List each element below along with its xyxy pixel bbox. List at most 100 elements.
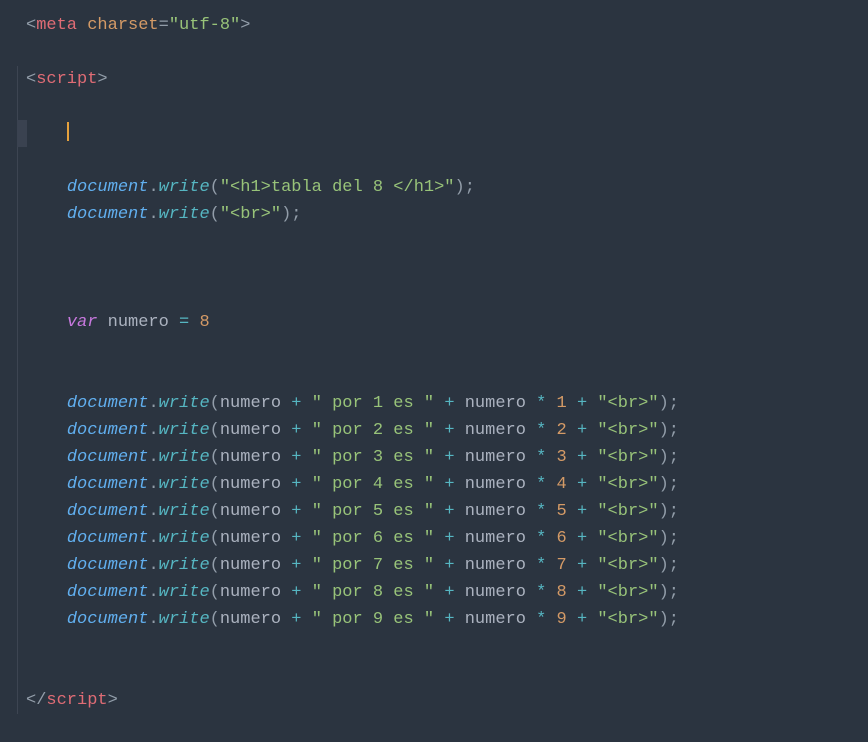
identifier-numero: numero <box>465 610 526 629</box>
code-line[interactable]: document.write(numero + " por 2 es " + n… <box>26 417 868 444</box>
code-line[interactable] <box>26 147 868 174</box>
identifier-document: document <box>67 610 149 629</box>
keyword-var: var <box>67 313 98 332</box>
dot: . <box>148 556 158 575</box>
code-line[interactable] <box>26 228 868 255</box>
code-line[interactable]: document.write("<br>"); <box>26 201 868 228</box>
string-por: " por 4 es " <box>312 475 434 494</box>
identifier-document: document <box>67 421 149 440</box>
op-plus: + <box>291 448 301 467</box>
method-write: write <box>159 178 210 197</box>
op-star: * <box>536 529 546 548</box>
paren-open: ( <box>210 421 220 440</box>
identifier-numero: numero <box>465 421 526 440</box>
indent <box>26 124 67 143</box>
identifier-numero: numero <box>465 475 526 494</box>
code-line[interactable]: document.write(numero + " por 8 es " + n… <box>26 579 868 606</box>
identifier-document: document <box>67 394 149 413</box>
code-line[interactable]: document.write(numero + " por 1 es " + n… <box>26 390 868 417</box>
code-editor[interactable]: <meta charset="utf-8"> <script> document… <box>0 12 868 714</box>
identifier-numero: numero <box>220 583 281 602</box>
identifier-numero: numero <box>465 529 526 548</box>
paren-open: ( <box>210 448 220 467</box>
paren-open: ( <box>210 556 220 575</box>
op-plus: + <box>291 529 301 548</box>
string-por: " por 7 es " <box>312 556 434 575</box>
code-line[interactable] <box>26 363 868 390</box>
indent <box>26 475 67 494</box>
code-line[interactable] <box>26 633 868 660</box>
number: 7 <box>557 556 567 575</box>
indent <box>26 529 67 548</box>
identifier-numero: numero <box>220 529 281 548</box>
string-br: "<br>" <box>597 583 658 602</box>
space <box>97 313 107 332</box>
code-line[interactable] <box>26 336 868 363</box>
text-cursor <box>67 122 69 141</box>
code-line[interactable] <box>26 255 868 282</box>
string-br: "<br>" <box>597 421 658 440</box>
string-h1: "<h1>tabla del 8 </h1>" <box>220 178 455 197</box>
code-line[interactable]: document.write(numero + " por 4 es " + n… <box>26 471 868 498</box>
paren-open: ( <box>210 502 220 521</box>
string-por: " por 5 es " <box>312 502 434 521</box>
string-por: " por 3 es " <box>312 448 434 467</box>
method-write: write <box>159 610 210 629</box>
code-line[interactable]: document.write(numero + " por 5 es " + n… <box>26 498 868 525</box>
op-plus: + <box>291 610 301 629</box>
code-line[interactable]: document.write(numero + " por 3 es " + n… <box>26 444 868 471</box>
angle-open: < <box>26 70 36 89</box>
op-plus: + <box>291 583 301 602</box>
string-por: " por 9 es " <box>312 610 434 629</box>
op-star: * <box>536 610 546 629</box>
code-line[interactable] <box>26 93 868 120</box>
code-line[interactable]: document.write(numero + " por 7 es " + n… <box>26 552 868 579</box>
code-line[interactable]: </script> <box>26 687 868 714</box>
identifier-document: document <box>67 529 149 548</box>
dot: . <box>148 502 158 521</box>
op-plus: + <box>291 475 301 494</box>
code-line[interactable]: <meta charset="utf-8"> <box>26 12 868 39</box>
code-line[interactable]: <script> <box>26 66 868 93</box>
identifier-numero: numero <box>220 610 281 629</box>
string-br: "<br>" <box>597 394 658 413</box>
number: 9 <box>557 610 567 629</box>
dot: . <box>148 178 158 197</box>
code-line[interactable] <box>26 39 868 66</box>
eq: = <box>159 16 169 35</box>
code-line[interactable]: document.write("<h1>tabla del 8 </h1>"); <box>26 174 868 201</box>
op-star: * <box>536 421 546 440</box>
paren-open: ( <box>210 583 220 602</box>
string-br: "<br>" <box>597 448 658 467</box>
op-plus: + <box>444 502 454 521</box>
string-br: "<br>" <box>220 205 281 224</box>
code-line[interactable]: document.write(numero + " por 9 es " + n… <box>26 606 868 633</box>
code-line[interactable] <box>26 120 868 147</box>
method-write: write <box>159 448 210 467</box>
angle-close: > <box>240 16 250 35</box>
code-line[interactable] <box>26 660 868 687</box>
indent <box>26 313 67 332</box>
semicolon: ; <box>669 556 679 575</box>
space <box>169 313 179 332</box>
number: 1 <box>557 394 567 413</box>
code-line[interactable]: var numero = 8 <box>26 309 868 336</box>
semicolon: ; <box>669 475 679 494</box>
semicolon: ; <box>669 421 679 440</box>
paren-close: ) <box>659 475 669 494</box>
code-line[interactable] <box>26 282 868 309</box>
indent <box>26 448 67 467</box>
code-line[interactable]: document.write(numero + " por 6 es " + n… <box>26 525 868 552</box>
op-plus: + <box>577 610 587 629</box>
method-write: write <box>159 583 210 602</box>
number: 4 <box>557 475 567 494</box>
method-write: write <box>159 394 210 413</box>
identifier-document: document <box>67 178 149 197</box>
method-write: write <box>159 421 210 440</box>
indent <box>26 502 67 521</box>
op-plus: + <box>577 421 587 440</box>
identifier-numero: numero <box>465 394 526 413</box>
identifier-document: document <box>67 475 149 494</box>
string-br: "<br>" <box>597 529 658 548</box>
op-plus: + <box>291 421 301 440</box>
